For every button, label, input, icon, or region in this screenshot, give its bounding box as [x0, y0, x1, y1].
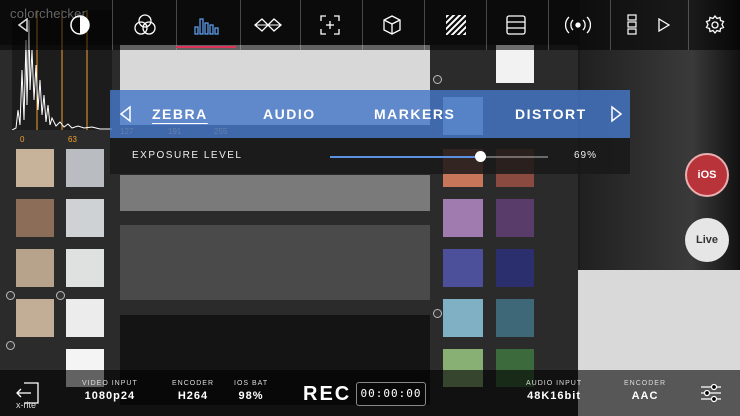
tab-distort[interactable]: DISTORT	[515, 90, 587, 138]
encoder-label: ENCODER	[172, 380, 215, 387]
audio-input-label: AUDIO INPUT	[526, 380, 583, 387]
encoder-status: ENCODER H264	[172, 380, 214, 402]
list-button[interactable]	[496, 0, 536, 50]
exposure-slider-knob[interactable]	[475, 151, 487, 162]
xrite-logo: x-rite	[16, 400, 36, 410]
audio-encoder-status: ENCODER AAC	[624, 380, 666, 402]
tab-prev-arrow-icon[interactable]	[118, 105, 134, 123]
exposure-level-label: EXPOSURE LEVEL	[132, 150, 243, 161]
audio-encoder-label: ENCODER	[624, 380, 667, 387]
live-button[interactable]: Live	[685, 218, 729, 262]
rec-button[interactable]: REC	[303, 383, 351, 406]
audio-input-status: AUDIO INPUT 48K16bit	[526, 380, 582, 402]
signal-icon	[565, 16, 591, 34]
list-icon	[506, 15, 526, 35]
video-input-label: VIDEO INPUT	[82, 380, 138, 387]
focus-assist-icon	[320, 15, 340, 35]
back-button[interactable]	[8, 0, 38, 50]
audio-input-value: 48K16bit	[527, 390, 581, 402]
clips-button[interactable]	[622, 0, 642, 50]
ios-battery-label: IOS BAT	[234, 380, 269, 387]
tab-next-arrow-icon[interactable]	[608, 105, 624, 123]
histogram-button[interactable]	[185, 0, 229, 50]
exposure-slider-fill	[330, 156, 481, 158]
ios-battery-value: 98%	[238, 390, 264, 402]
exposure-level-slider[interactable]	[330, 151, 548, 162]
3d-cube-icon	[383, 15, 401, 35]
exposure-level-row: EXPOSURE LEVEL 69%	[110, 138, 630, 174]
play-button[interactable]	[652, 0, 676, 50]
settings-button[interactable]	[698, 0, 732, 50]
encoder-value: H264	[177, 390, 209, 402]
sliders-icon	[701, 383, 721, 403]
active-tool-indicator	[176, 46, 236, 48]
tab-zebra[interactable]: ZEBRA	[152, 90, 208, 138]
ios-battery-status: IOS BAT 98%	[234, 380, 268, 402]
top-toolbar	[0, 0, 740, 50]
histogram-tick-63: 63	[68, 135, 77, 144]
color-wheels-button[interactable]	[125, 0, 165, 50]
contrast-button[interactable]	[60, 0, 100, 50]
video-input-value: 1080p24	[84, 390, 136, 402]
waveform-button[interactable]	[248, 0, 288, 50]
stream-button[interactable]	[558, 0, 598, 50]
exposure-level-value: 69%	[574, 150, 598, 161]
audio-encoder-value: AAC	[631, 390, 659, 402]
histogram-icon	[194, 18, 219, 35]
play-icon	[658, 18, 670, 32]
back-icon	[17, 18, 28, 32]
video-input-status: VIDEO INPUT 1080p24	[82, 380, 138, 402]
adjustments-button[interactable]	[700, 383, 722, 408]
tab-audio[interactable]: AUDIO	[263, 90, 316, 138]
waveform-icon	[254, 18, 282, 32]
focus-assist-button[interactable]	[310, 0, 350, 50]
settings-icon	[705, 15, 725, 35]
timecode-display: 00:00:00	[356, 382, 426, 406]
zebra-button[interactable]	[436, 0, 476, 50]
zebra-stripes-icon	[446, 15, 466, 35]
ios-record-button[interactable]: iOS	[685, 153, 729, 197]
color-wheels-icon	[134, 14, 156, 35]
3d-lut-button[interactable]	[372, 0, 412, 50]
zebra-tab-bar: ZEBRA AUDIO MARKERS DISTORT	[110, 90, 630, 138]
contrast-icon	[70, 15, 90, 35]
histogram-tick-0: 0	[20, 135, 25, 144]
film-icon	[627, 14, 637, 35]
tab-markers[interactable]: MARKERS	[374, 90, 455, 138]
